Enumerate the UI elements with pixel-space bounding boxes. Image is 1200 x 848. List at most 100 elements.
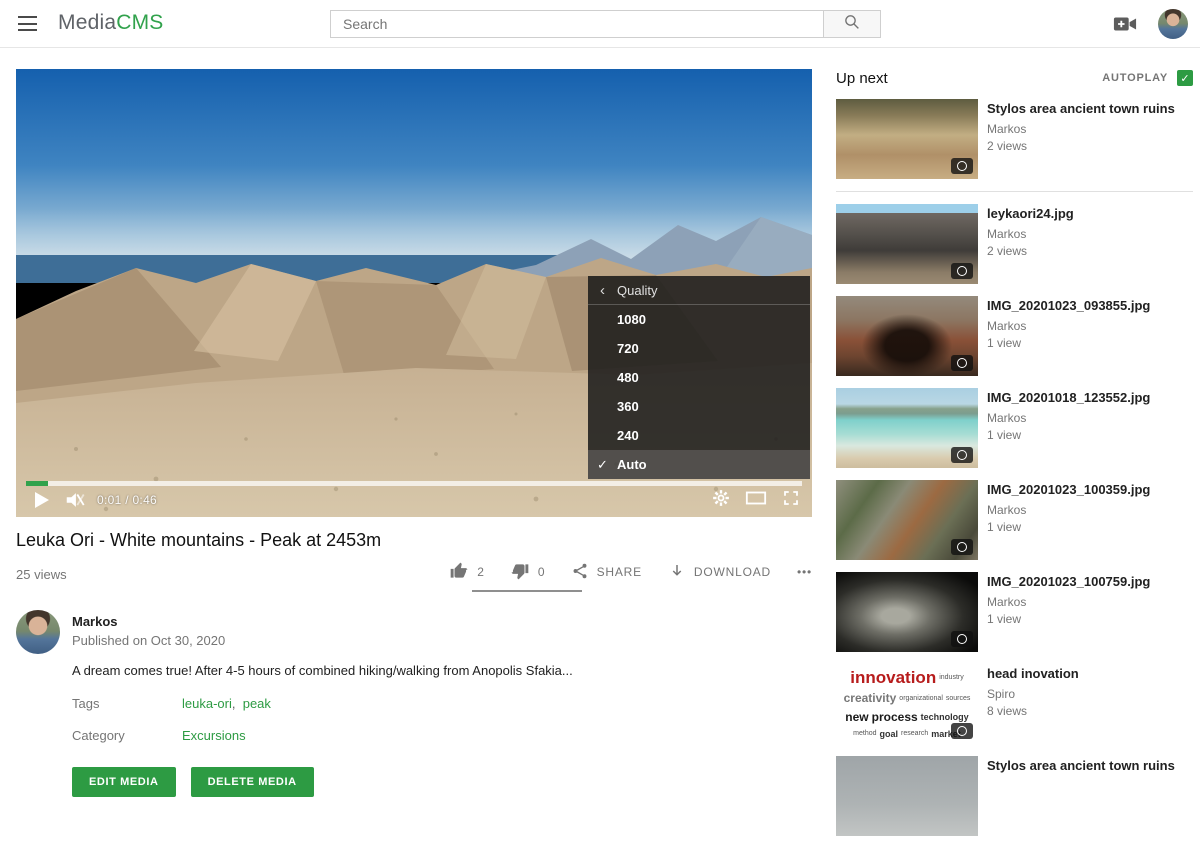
item-author: Markos	[987, 503, 1150, 517]
thumbnail[interactable]	[836, 756, 978, 836]
thumbs-up-icon	[449, 561, 469, 584]
dislike-button[interactable]: 0	[510, 561, 545, 584]
camera-icon	[951, 631, 973, 647]
download-button[interactable]: DOWNLOAD	[668, 562, 771, 583]
action-bar: 2 0 SHARE DOWNLOAD •••	[430, 558, 812, 586]
item-views: 8 views	[987, 704, 1079, 718]
quality-option-240[interactable]: 240	[588, 421, 810, 450]
publish-date: Published on Oct 30, 2020	[72, 633, 225, 648]
item-title[interactable]: Stylos area ancient town ruins	[987, 100, 1175, 117]
view-count: 25 views	[16, 567, 67, 582]
player-controls: 0:01 / 0:46	[16, 486, 812, 517]
quality-option-auto[interactable]: ✓Auto	[588, 450, 810, 479]
menu-icon[interactable]	[18, 16, 37, 31]
settings-gear-icon[interactable]	[712, 489, 730, 512]
camera-icon	[951, 263, 973, 279]
author-avatar[interactable]	[16, 610, 60, 654]
up-next-item[interactable]: IMG_20201018_123552.jpg Markos 1 view	[836, 388, 1193, 468]
quality-option-360[interactable]: 360	[588, 392, 810, 421]
search-button[interactable]	[824, 10, 881, 38]
brand-prefix: Media	[58, 11, 116, 34]
item-views: 1 view	[987, 428, 1150, 442]
thumbnail[interactable]	[836, 572, 978, 652]
quality-option-480[interactable]: 480	[588, 363, 810, 392]
item-title[interactable]: IMG_20201023_100759.jpg	[987, 573, 1150, 590]
item-views: 1 view	[987, 612, 1150, 626]
thumbnail-wordcloud[interactable]: innovation industry creativity organizat…	[836, 664, 978, 744]
theater-mode-icon[interactable]	[745, 489, 767, 512]
rating-bar	[472, 590, 582, 592]
quality-option-1080[interactable]: 1080	[588, 305, 810, 334]
share-icon	[571, 562, 589, 583]
thumbs-down-icon	[510, 561, 530, 584]
mute-icon[interactable]	[64, 489, 86, 516]
camera-icon	[951, 158, 973, 174]
item-author: Markos	[987, 122, 1175, 136]
up-next-item[interactable]: leykaori24.jpg Markos 2 views	[836, 204, 1193, 284]
video-description: A dream comes true! After 4-5 hours of c…	[72, 663, 772, 678]
up-next-item[interactable]: IMG_20201023_100359.jpg Markos 1 view	[836, 480, 1193, 560]
like-button[interactable]: 2	[449, 561, 484, 584]
quality-menu: ‹ Quality 1080 720 480 360 240 ✓Auto	[588, 276, 810, 479]
item-author: Markos	[987, 595, 1150, 609]
video-player[interactable]: ‹ Quality 1080 720 480 360 240 ✓Auto 0:01…	[16, 69, 812, 517]
tag-link-leuka-ori[interactable]: leuka-ori	[182, 696, 232, 711]
top-bar: MediaCMS	[0, 0, 1200, 48]
up-next-sidebar: Up next AUTOPLAY ✓ Stylos area ancient t…	[836, 69, 1193, 848]
author-name[interactable]: Markos	[72, 614, 118, 629]
share-button[interactable]: SHARE	[571, 562, 642, 583]
item-author: Markos	[987, 227, 1074, 241]
app-logo[interactable]: MediaCMS	[58, 11, 163, 35]
up-next-item[interactable]: Stylos area ancient town ruins	[836, 756, 1193, 836]
item-views: 1 view	[987, 336, 1150, 350]
brand-suffix: CMS	[116, 11, 163, 34]
camera-icon	[951, 447, 973, 463]
camera-icon	[951, 355, 973, 371]
search-bar	[330, 10, 881, 38]
up-next-item[interactable]: IMG_20201023_093855.jpg Markos 1 view	[836, 296, 1193, 376]
search-icon	[843, 13, 861, 36]
autoplay-checkbox[interactable]: ✓	[1177, 70, 1193, 86]
play-button[interactable]	[34, 491, 50, 514]
item-title[interactable]: IMG_20201023_100359.jpg	[987, 481, 1150, 498]
category-link[interactable]: Excursions	[182, 728, 246, 743]
item-views: 2 views	[987, 244, 1074, 258]
item-author: Spiro	[987, 687, 1079, 701]
download-icon	[668, 562, 686, 583]
thumbnail[interactable]	[836, 99, 978, 179]
search-input[interactable]	[330, 10, 824, 38]
delete-media-button[interactable]: DELETE MEDIA	[191, 767, 314, 797]
quality-menu-back[interactable]: ‹ Quality	[588, 276, 810, 305]
category-label: Category	[72, 728, 125, 743]
thumbnail[interactable]	[836, 388, 978, 468]
back-chevron-icon: ‹	[600, 276, 605, 305]
item-title[interactable]: leykaori24.jpg	[987, 205, 1074, 222]
thumbnail[interactable]	[836, 480, 978, 560]
share-label: SHARE	[597, 565, 642, 579]
up-next-item[interactable]: Stylos area ancient town ruins Markos 2 …	[836, 99, 1193, 179]
up-next-item[interactable]: innovation industry creativity organizat…	[836, 664, 1193, 744]
dislike-count: 0	[538, 565, 545, 579]
quality-menu-title: Quality	[617, 283, 657, 298]
thumbnail[interactable]	[836, 296, 978, 376]
tags-label: Tags	[72, 696, 99, 711]
item-title[interactable]: IMG_20201018_123552.jpg	[987, 389, 1150, 406]
sidebar-divider	[836, 191, 1193, 192]
item-title[interactable]: Stylos area ancient town ruins	[987, 757, 1175, 774]
up-next-item[interactable]: IMG_20201023_100759.jpg Markos 1 view	[836, 572, 1193, 652]
up-next-heading: Up next	[836, 70, 888, 87]
check-icon: ✓	[1180, 72, 1189, 85]
item-author: Markos	[987, 411, 1150, 425]
quality-option-720[interactable]: 720	[588, 334, 810, 363]
more-options-button[interactable]: •••	[797, 565, 812, 579]
fullscreen-icon[interactable]	[782, 489, 800, 512]
item-title[interactable]: IMG_20201023_093855.jpg	[987, 297, 1150, 314]
item-title[interactable]: head inovation	[987, 665, 1079, 682]
video-title: Leuka Ori - White mountains - Peak at 24…	[16, 530, 716, 551]
upload-media-icon[interactable]	[1113, 13, 1137, 35]
user-avatar[interactable]	[1158, 9, 1188, 39]
tag-link-peak[interactable]: peak	[243, 696, 271, 711]
thumbnail[interactable]	[836, 204, 978, 284]
autoplay-label: AUTOPLAY	[1102, 72, 1168, 84]
edit-media-button[interactable]: EDIT MEDIA	[72, 767, 176, 797]
